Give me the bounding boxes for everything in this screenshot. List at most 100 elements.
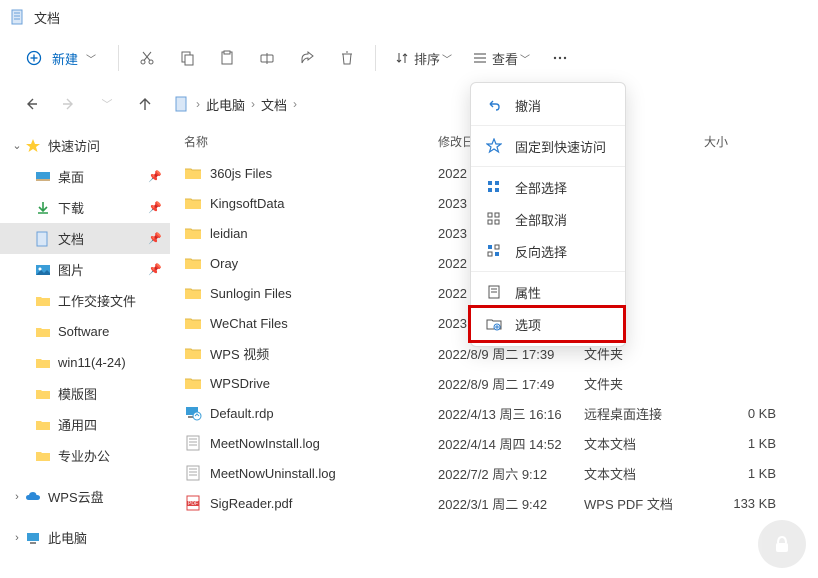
up-button[interactable] (128, 87, 162, 121)
file-date: 2022/3/1 周二 9:42 (438, 494, 584, 513)
menu-deselect-all[interactable]: 全部取消 (471, 203, 625, 235)
download-icon (34, 199, 52, 217)
folder-icon (184, 194, 202, 212)
file-date: 2022/7/2 周六 9:12 (438, 464, 584, 483)
document-icon (174, 96, 190, 112)
menu-select-all[interactable]: 全部选择 (471, 171, 625, 203)
sidebar-desktop[interactable]: 桌面 📌 (0, 161, 170, 192)
forward-button[interactable] (52, 87, 86, 121)
svg-text:PDF: PDF (188, 501, 198, 507)
folder-icon (184, 314, 202, 332)
column-size[interactable]: 大小 (704, 133, 784, 150)
sidebar-common[interactable]: 通用四 (0, 409, 170, 440)
file-date: 2022/4/13 周三 16:16 (438, 404, 584, 423)
menu-label: 属性 (515, 283, 541, 302)
delete-button[interactable] (329, 40, 365, 76)
rename-button[interactable] (249, 40, 285, 76)
document-icon (34, 230, 52, 248)
menu-properties[interactable]: 属性 (471, 276, 625, 308)
watermark (758, 520, 806, 568)
scissors-icon (138, 49, 156, 67)
file-row[interactable]: PDF SigReader.pdf2022/3/1 周二 9:42WPS PDF … (170, 488, 818, 518)
file-name: WPSDrive (210, 376, 438, 391)
new-button[interactable]: 新建 ﹀ (14, 40, 108, 76)
arrow-left-icon (23, 96, 39, 112)
sidebar-software[interactable]: Software (0, 316, 170, 347)
paste-button[interactable] (209, 40, 245, 76)
menu-invert-selection[interactable]: 反向选择 (471, 235, 625, 267)
file-name: WeChat Files (210, 316, 438, 331)
menu-label: 固定到快速访问 (515, 137, 606, 156)
file-size: 1 KB (704, 436, 784, 451)
chevron-down-icon: ﹀ (442, 51, 452, 66)
sidebar-this-pc[interactable]: › 此电脑 (0, 522, 170, 553)
separator (471, 271, 625, 272)
select-all-icon (485, 178, 503, 196)
sidebar-template[interactable]: 模版图 (0, 378, 170, 409)
cut-button[interactable] (129, 40, 165, 76)
picture-icon (34, 261, 52, 279)
sidebar-label: 下载 (58, 198, 84, 217)
pin-icon: 📌 (148, 232, 162, 245)
file-size: 133 KB (704, 496, 784, 511)
file-row[interactable]: MeetNowInstall.log2022/4/14 周四 14:52文本文档… (170, 428, 818, 458)
menu-label: 撤消 (515, 96, 541, 115)
menu-undo[interactable]: 撤消 (471, 89, 625, 121)
pdf-icon: PDF (184, 494, 202, 512)
sidebar-label: 通用四 (58, 415, 97, 434)
chevron-down-icon: ﹀ (520, 51, 530, 66)
sort-button[interactable]: 排序 ﹀ (386, 40, 460, 76)
deselect-all-icon (485, 210, 503, 228)
more-button[interactable] (542, 40, 578, 76)
options-icon (485, 315, 503, 333)
sidebar-documents[interactable]: 文档 📌 (0, 223, 170, 254)
breadcrumb-root[interactable]: 此电脑 (206, 95, 245, 114)
sidebar-win11[interactable]: win11(4-24) (0, 347, 170, 378)
file-row[interactable]: Default.rdp2022/4/13 周三 16:16远程桌面连接0 KB (170, 398, 818, 428)
column-name[interactable]: 名称 (184, 133, 438, 150)
menu-pin[interactable]: 固定到快速访问 (471, 130, 625, 162)
file-size: 1 KB (704, 466, 784, 481)
context-menu: 撤消 固定到快速访问 全部选择 全部取消 反向选择 属性 选项 (470, 82, 626, 347)
folder-icon (184, 164, 202, 182)
desktop-icon (34, 168, 52, 186)
folder-icon (184, 374, 202, 392)
file-type: WPS PDF 文档 (584, 494, 704, 513)
file-row[interactable]: MeetNowUninstall.log2022/7/2 周六 9:12文本文档… (170, 458, 818, 488)
sidebar-work[interactable]: 工作交接文件 (0, 285, 170, 316)
menu-options[interactable]: 选项 (471, 308, 625, 340)
chevron-right-icon: › (196, 97, 200, 111)
star-icon (24, 137, 42, 155)
sidebar-downloads[interactable]: 下载 📌 (0, 192, 170, 223)
copy-button[interactable] (169, 40, 205, 76)
recent-button[interactable]: ﹀ (90, 87, 124, 121)
file-name: MeetNowInstall.log (210, 436, 438, 451)
main-toolbar: 新建 ﹀ 排序 ﹀ 查看 ﹀ (0, 34, 818, 82)
sidebar-pictures[interactable]: 图片 📌 (0, 254, 170, 285)
window-title: 文档 (34, 8, 60, 27)
pin-icon: 📌 (148, 201, 162, 214)
sidebar-office[interactable]: 专业办公 (0, 440, 170, 471)
sidebar-wps-cloud[interactable]: › WPS云盘 (0, 481, 170, 512)
file-date: 2022/4/14 周四 14:52 (438, 434, 584, 453)
trash-icon (338, 49, 356, 67)
chevron-right-icon: › (293, 97, 297, 111)
share-button[interactable] (289, 40, 325, 76)
file-row[interactable]: WPSDrive2022/8/9 周二 17:49文件夹 (170, 368, 818, 398)
back-button[interactable] (14, 87, 48, 121)
separator (118, 45, 119, 71)
breadcrumb-current[interactable]: 文档 (261, 95, 287, 114)
main-area: ⌄ 快速访问 桌面 📌 下载 📌 文档 📌 图片 📌 工作交接文件 (0, 126, 818, 578)
view-button[interactable]: 查看 ﹀ (464, 40, 538, 76)
sidebar-quick-access[interactable]: ⌄ 快速访问 (0, 130, 170, 161)
properties-icon (485, 283, 503, 301)
file-name: SigReader.pdf (210, 496, 438, 511)
sort-label: 排序 (414, 49, 440, 68)
file-type: 远程桌面连接 (584, 404, 704, 423)
new-label: 新建 (52, 49, 78, 68)
caret-right-icon: › (10, 491, 24, 503)
sidebar-label: 此电脑 (48, 528, 87, 547)
cloud-icon (24, 488, 42, 506)
arrow-up-icon (137, 96, 153, 112)
sidebar-label: Software (58, 324, 109, 339)
